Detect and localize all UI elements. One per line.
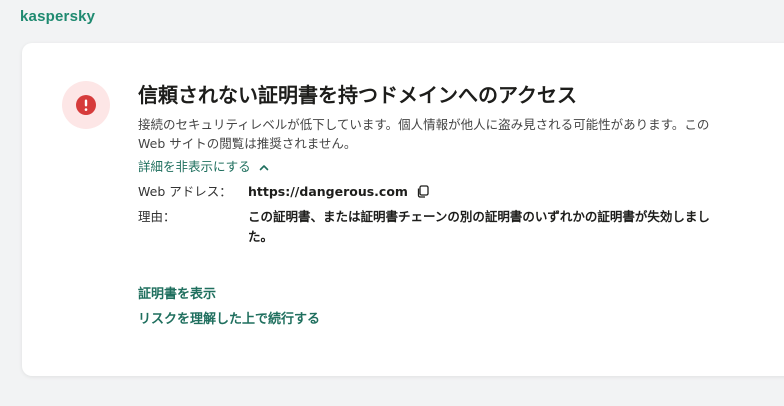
alert-card: 信頼されない証明書を持つドメインへのアクセス 接続のセキュリティレベルが低下して… xyxy=(22,43,784,376)
details-section: Web アドレス： https://dangerous.com 理由： この証明… xyxy=(138,182,728,247)
reason-label: 理由： xyxy=(138,209,176,224)
alert-icon-container xyxy=(62,81,110,129)
web-address-row: Web アドレス： https://dangerous.com xyxy=(138,182,728,204)
exclamation-icon xyxy=(76,95,96,115)
chevron-up-icon xyxy=(259,164,268,170)
copy-icon[interactable] xyxy=(416,184,429,204)
alert-content: 信頼されない証明書を持つドメインへのアクセス 接続のセキュリティレベルが低下して… xyxy=(138,81,728,250)
page-title: 信頼されない証明書を持つドメインへのアクセス xyxy=(138,83,577,107)
web-address-label: Web アドレス： xyxy=(138,184,232,199)
hide-details-toggle[interactable]: 詳細を非表示にする xyxy=(138,157,269,177)
web-address-value: https://dangerous.com xyxy=(248,184,408,199)
reason-value: この証明書、または証明書チェーンの別の証明書のいずれかの証明書が失効しました。 xyxy=(248,209,710,244)
alert-description: 接続のセキュリティレベルが低下しています。個人情報が他人に盗み見される可能性があ… xyxy=(138,117,710,151)
web-address-value-container: https://dangerous.com xyxy=(248,182,718,204)
kaspersky-logo: kaspersky xyxy=(20,8,96,25)
show-certificate-link[interactable]: 証明書を表示 xyxy=(138,285,320,305)
reason-row: 理由： この証明書、または証明書チェーンの別の証明書のいずれかの証明書が失効しま… xyxy=(138,207,728,247)
continue-anyway-link[interactable]: リスクを理解した上で続行する xyxy=(138,310,320,330)
action-links: 証明書を表示 リスクを理解した上で続行する xyxy=(138,285,320,335)
hide-details-label: 詳細を非表示にする xyxy=(138,159,251,174)
